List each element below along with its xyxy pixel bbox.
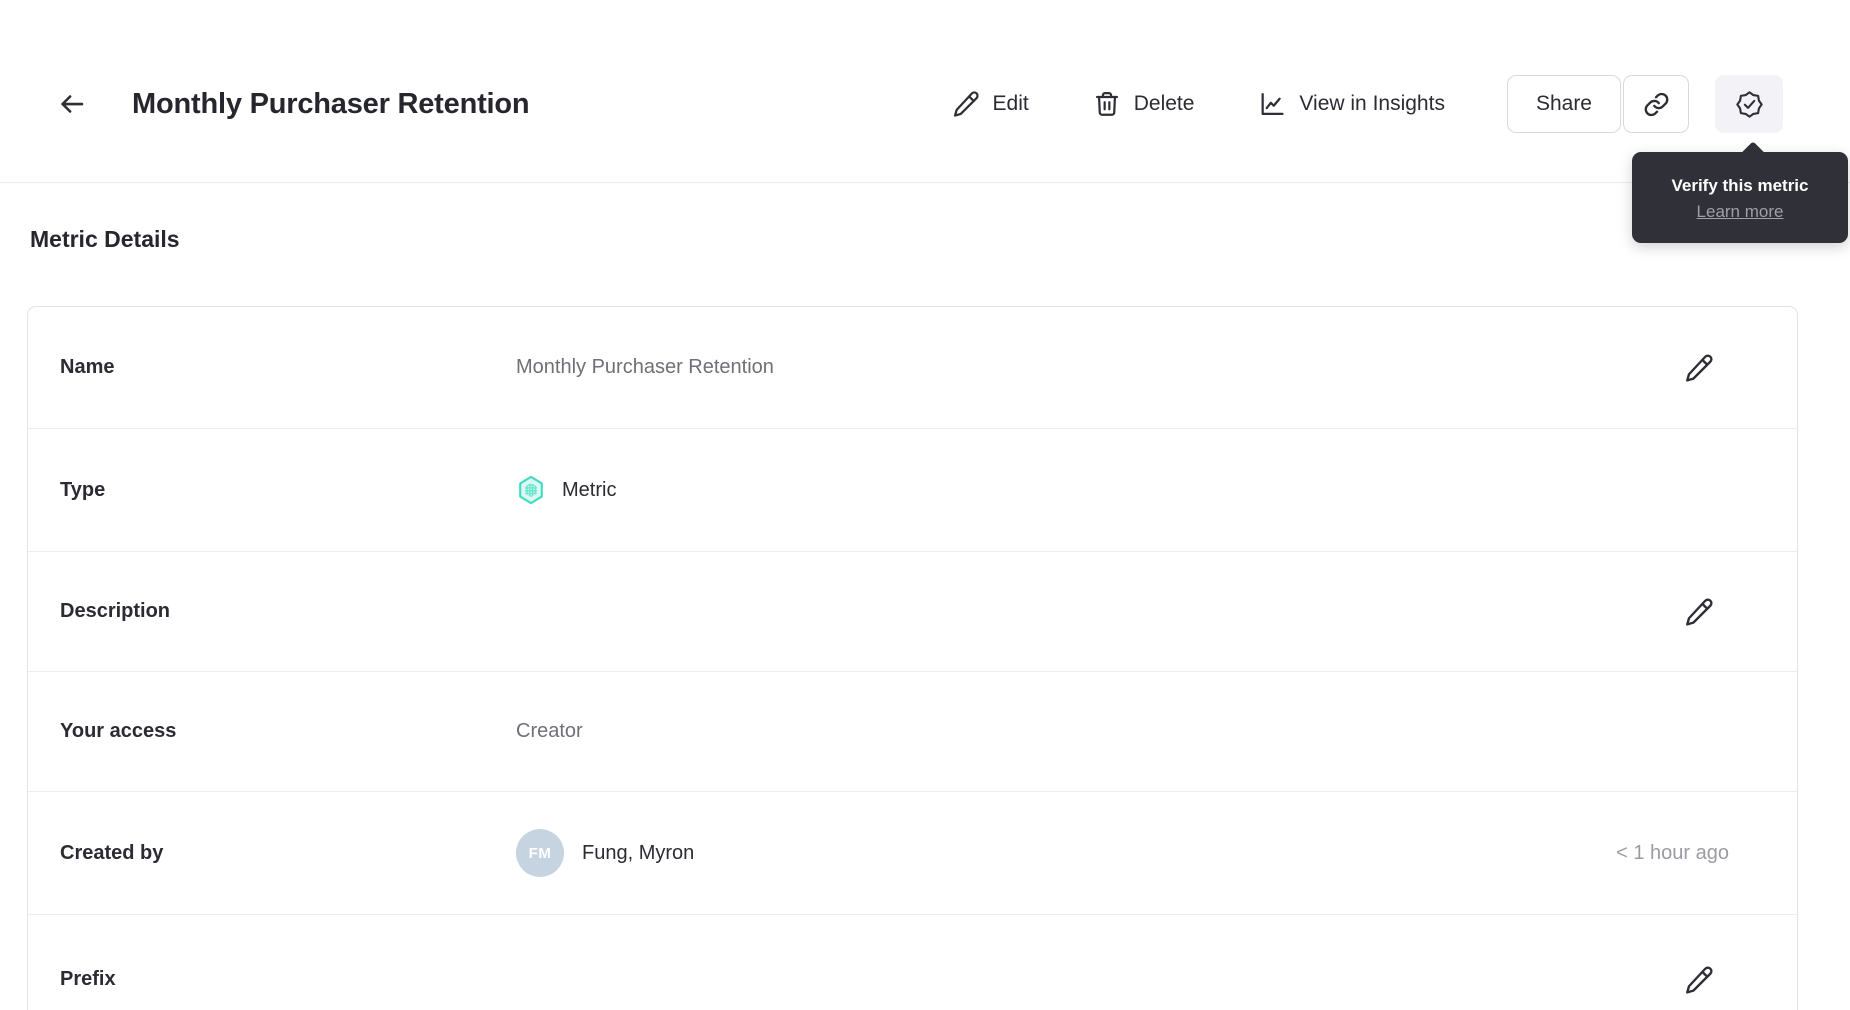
avatar: FM [516,829,564,877]
row-prefix-label: Prefix [60,968,116,990]
toolbar: Edit Delete View in Insights Share [952,75,1783,133]
line-chart-icon [1261,92,1285,116]
page-header: Monthly Purchaser Retention Edit Delete … [0,0,1850,183]
trash-icon [1095,92,1118,116]
section-title: Metric Details [30,226,180,252]
tooltip-title: Verify this metric [1671,176,1809,195]
row-your-access-value: Creator [516,720,583,742]
learn-more-link[interactable]: Learn more [1697,202,1784,221]
verify-metric-button[interactable] [1715,75,1783,133]
row-created-by: Created by FM Fung, Myron < 1 hour ago [28,791,1797,914]
row-name-label: Name [60,356,115,378]
created-timestamp: < 1 hour ago [1616,841,1729,864]
view-in-insights-button[interactable]: View in Insights [1258,90,1445,118]
delete-button[interactable]: Delete [1093,90,1195,118]
row-prefix: Prefix [28,914,1797,1010]
pencil-icon [1686,597,1713,626]
arrow-left-icon [61,95,84,113]
view-in-insights-label: View in Insights [1299,92,1445,115]
pencil-icon [1686,353,1713,382]
hexagon-metric-icon [519,475,543,505]
edit-prefix-button[interactable] [1679,960,1719,1000]
verify-tooltip: Verify this metric Learn more [1632,141,1848,243]
row-created-by-label: Created by [60,841,164,864]
edit-button-label: Edit [992,92,1029,115]
row-type-value: Metric [562,478,617,501]
pencil-icon [953,91,979,117]
row-your-access-label: Your access [60,720,177,742]
back-button[interactable] [52,84,92,124]
row-created-by-value: Fung, Myron [582,841,695,864]
share-button[interactable]: Share [1506,75,1621,133]
row-name-value: Monthly Purchaser Retention [516,356,774,378]
row-description: Description [28,551,1797,671]
copy-link-button[interactable] [1623,75,1689,133]
edit-description-button[interactable] [1679,592,1719,632]
delete-button-label: Delete [1133,92,1195,115]
metric-details-card: Name Monthly Purchaser Retention Type Me… [27,306,1798,1010]
row-description-label: Description [60,600,171,622]
row-type: Type Metric [28,428,1797,551]
row-type-label: Type [60,478,106,501]
verified-badge-icon [1735,90,1763,118]
pencil-icon [1686,965,1713,994]
edit-button[interactable]: Edit [952,90,1029,118]
row-your-access: Your access Creator [28,671,1797,791]
link-icon [1644,92,1668,116]
page-title: Monthly Purchaser Retention [132,87,530,120]
edit-name-button[interactable] [1679,348,1719,388]
row-name: Name Monthly Purchaser Retention [28,307,1797,428]
